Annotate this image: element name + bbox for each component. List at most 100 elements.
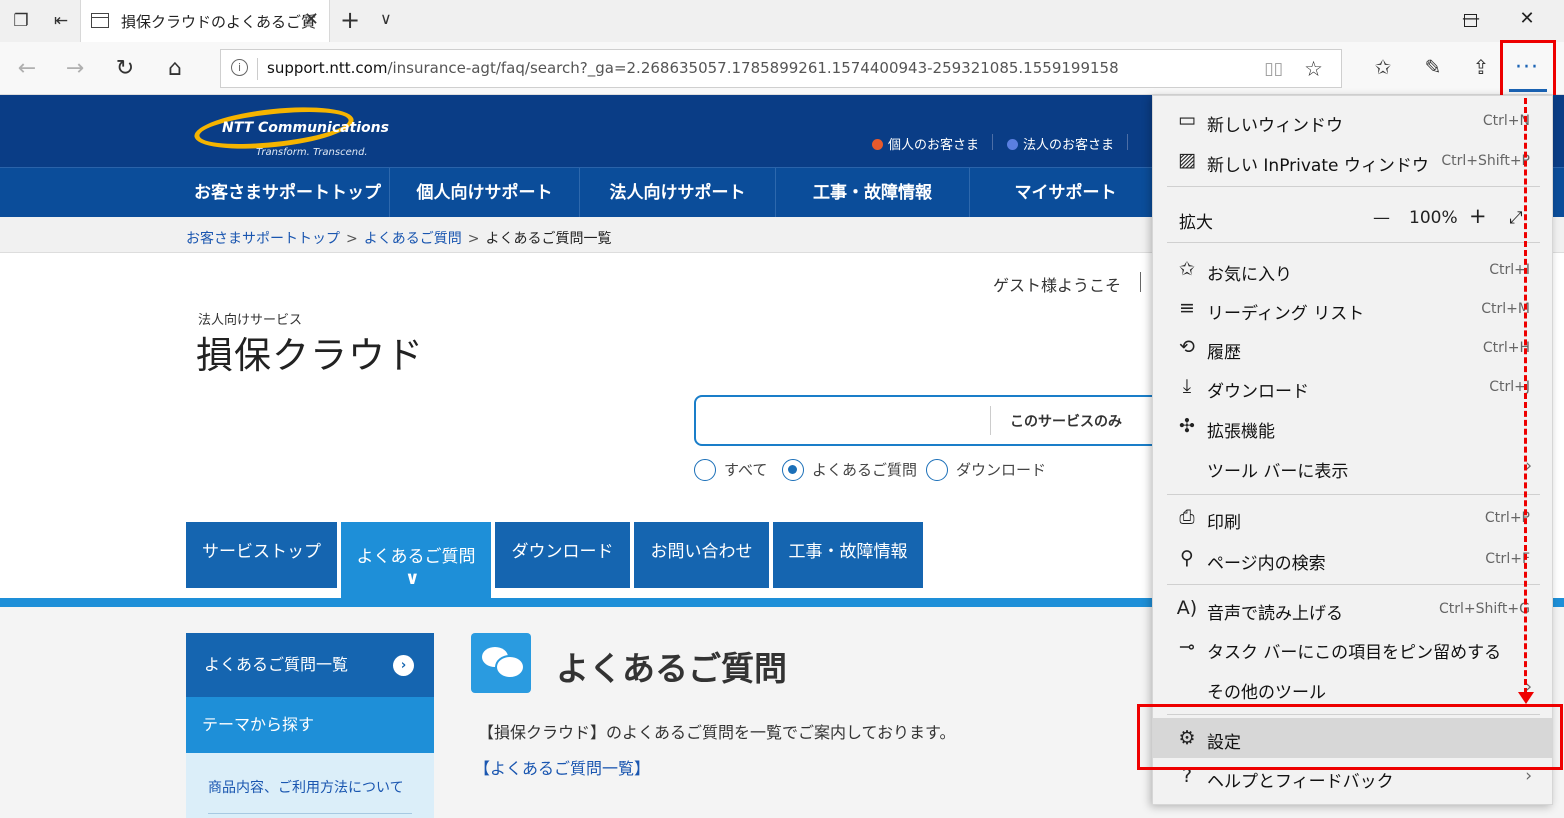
radio-all[interactable]: すべて <box>694 459 767 481</box>
business-customer-label: 法人のお客さま <box>1023 138 1115 153</box>
menu-favorites[interactable]: ✩ お気に入り Ctrl+I <box>1153 251 1552 289</box>
reading-view-icon[interactable]: ▯▯ <box>1264 59 1283 79</box>
menu-new-inprivate[interactable]: ▨ 新しい InPrivate ウィンドウ Ctrl+Shift+P <box>1153 142 1552 180</box>
tab-contact[interactable]: お問い合わせ <box>634 522 769 588</box>
page-favicon-icon <box>91 13 109 28</box>
tab-faq[interactable]: よくあるご質問 ∨ <box>341 522 491 598</box>
new-tab-icon[interactable]: + <box>340 6 360 34</box>
fullscreen-icon[interactable]: ⤢ <box>1509 208 1523 228</box>
personal-customer-link[interactable]: 個人のお客さま <box>872 134 979 153</box>
menu-label: 履歴 <box>1207 343 1241 363</box>
menu-label: ページ内の検索 <box>1207 554 1326 574</box>
menu-pin-taskbar[interactable]: ⊸ タスク バーにこの項目をピン留めする <box>1153 629 1552 667</box>
url-text: support.ntt.com/insurance-agt/faq/search… <box>267 59 1119 77</box>
back-icon[interactable]: ← <box>12 54 42 84</box>
zoom-out-icon[interactable]: — <box>1373 208 1390 228</box>
favorite-star-icon[interactable]: ☆ <box>1304 57 1323 81</box>
sidebar-faq-list[interactable]: よくあるご質問一覧 › <box>186 633 434 697</box>
gnav-support-top[interactable]: お客さまサポートトップ <box>186 168 390 218</box>
tab-dropdown-icon[interactable]: ∨ <box>380 9 392 28</box>
gnav-mysupport[interactable]: マイサポート <box>970 168 1162 218</box>
menu-label: 印刷 <box>1207 513 1241 533</box>
menu-label: ヘルプとフィードバック <box>1207 772 1394 792</box>
radio-circle-icon[interactable] <box>694 459 716 481</box>
personal-customer-label: 個人のお客さま <box>888 138 980 153</box>
menu-more-tools[interactable]: その他のツール › <box>1153 669 1552 707</box>
zoom-in-icon[interactable]: + <box>1469 204 1487 228</box>
ntt-logo-text[interactable]: NTT Communications <box>222 120 389 136</box>
menu-zoom: 拡大 — 100% + ⤢ <box>1153 199 1552 237</box>
printer-icon: ⎙ <box>1179 506 1195 528</box>
tab-preview-icon[interactable]: ❐ <box>10 10 32 32</box>
menu-new-window[interactable]: ▭ 新しいウィンドウ Ctrl+N <box>1153 102 1552 140</box>
share-icon[interactable]: ⇪ <box>1466 55 1496 83</box>
sidebar-faq-list-label: よくあるご質問一覧 <box>204 655 349 674</box>
menu-label: その他のツール <box>1207 683 1326 703</box>
search-scope-label[interactable]: このサービスのみ <box>1010 411 1122 431</box>
web-note-icon[interactable]: ✎ <box>1418 55 1448 83</box>
tab-close-icon[interactable]: ✕ <box>304 9 319 30</box>
browser-tab[interactable]: 損保クラウドのよくあるご質 ✕ <box>80 0 330 42</box>
menu-separator <box>1167 242 1540 243</box>
radio-faq[interactable]: よくあるご質問 <box>782 459 917 481</box>
breadcrumb-sep: > <box>346 231 358 247</box>
search-scope-divider <box>990 406 991 435</box>
radio-circle-icon[interactable] <box>926 459 948 481</box>
tab-faq-label: よくあるご質問 <box>356 547 476 567</box>
sidebar-sub-item-label: 商品内容、ご利用方法について <box>208 780 404 796</box>
settings-menu: ▭ 新しいウィンドウ Ctrl+N ▨ 新しい InPrivate ウィンドウ Ctrl… <box>1152 95 1553 805</box>
menu-read-aloud[interactable]: A) 音声で読み上げる Ctrl+Shift+G <box>1153 590 1552 628</box>
menu-downloads[interactable]: ⤓ ダウンロード Ctrl+J <box>1153 368 1552 406</box>
menu-history[interactable]: ⟲ 履歴 Ctrl+H <box>1153 329 1552 367</box>
gnav-personal[interactable]: 個人向けサポート <box>390 168 580 218</box>
site-info-icon[interactable]: i <box>231 59 248 76</box>
faq-list-link[interactable]: 【よくあるご質問一覧】 <box>474 755 650 779</box>
tab-service-top[interactable]: サービストップ <box>186 522 337 588</box>
menu-print[interactable]: ⎙ 印刷 Ctrl+P <box>1153 499 1552 537</box>
refresh-icon[interactable]: ↻ <box>110 54 140 84</box>
menu-shortcut: Ctrl+N <box>1482 113 1530 129</box>
menu-shortcut: Ctrl+Shift+P <box>1441 153 1530 169</box>
forward-icon[interactable]: → <box>60 54 90 84</box>
sidebar-sub-item[interactable]: 商品内容、ご利用方法について <box>186 753 434 818</box>
gnav-construction[interactable]: 工事・故障情報 <box>776 168 970 218</box>
speech-bubble-icon <box>471 633 531 693</box>
menu-label: 新しい InPrivate ウィンドウ <box>1207 156 1429 176</box>
tab-construction[interactable]: 工事・故障情報 <box>773 522 923 588</box>
menu-shortcut: Ctrl+Shift+G <box>1438 601 1530 617</box>
menu-label: リーディング リスト <box>1207 304 1365 324</box>
tab-download[interactable]: ダウンロード <box>495 522 630 588</box>
menu-separator <box>1167 494 1540 495</box>
chevron-right-icon: › <box>393 655 414 676</box>
breadcrumb-support-top[interactable]: お客さまサポートトップ <box>186 231 340 247</box>
radio-download-label: ダウンロード <box>956 461 1047 479</box>
gnav-business[interactable]: 法人向けサポート <box>580 168 776 218</box>
close-window-icon[interactable]: ✕ <box>1512 8 1542 29</box>
sidebar-theme[interactable]: テーマから探す <box>186 697 434 753</box>
menu-find-on-page[interactable]: ⚲ ページ内の検索 Ctrl+F <box>1153 540 1552 578</box>
address-bar[interactable]: i support.ntt.com/insurance-agt/faq/sear… <box>220 49 1342 88</box>
header-divider <box>1127 134 1128 150</box>
more-dots-icon: ··· <box>1515 55 1539 80</box>
menu-show-in-toolbar[interactable]: ツール バーに表示 › <box>1153 448 1552 486</box>
radio-faq-label: よくあるご質問 <box>812 461 918 479</box>
home-icon[interactable]: ⌂ <box>160 54 190 84</box>
search-input[interactable]: このサービスのみ <box>694 395 1164 446</box>
favorites-hub-icon[interactable]: ✩ <box>1368 55 1398 83</box>
set-tabs-aside-icon[interactable]: ⇤ <box>50 10 72 32</box>
guest-greeting: ゲスト様ようこそ <box>993 276 1122 295</box>
annotation-settings-highlight <box>1137 704 1563 770</box>
more-active-underline <box>1509 89 1547 92</box>
radio-download[interactable]: ダウンロード <box>926 459 1046 481</box>
history-icon: ⟲ <box>1179 336 1195 358</box>
search-icon: ⚲ <box>1180 547 1194 569</box>
menu-reading-list[interactable]: ≡ リーディング リスト Ctrl+M <box>1153 290 1552 328</box>
orange-bullet-icon <box>872 139 883 150</box>
settings-and-more-button[interactable]: ··· <box>1500 40 1556 98</box>
radio-checked-icon[interactable] <box>782 459 804 481</box>
menu-extensions[interactable]: ✣ 拡張機能 <box>1153 408 1552 446</box>
business-customer-link[interactable]: 法人のお客さま <box>1007 134 1114 153</box>
zoom-value: 100% <box>1409 208 1458 228</box>
breadcrumb-faq[interactable]: よくあるご質問 <box>364 231 462 247</box>
maximize-icon[interactable] <box>1464 14 1477 27</box>
